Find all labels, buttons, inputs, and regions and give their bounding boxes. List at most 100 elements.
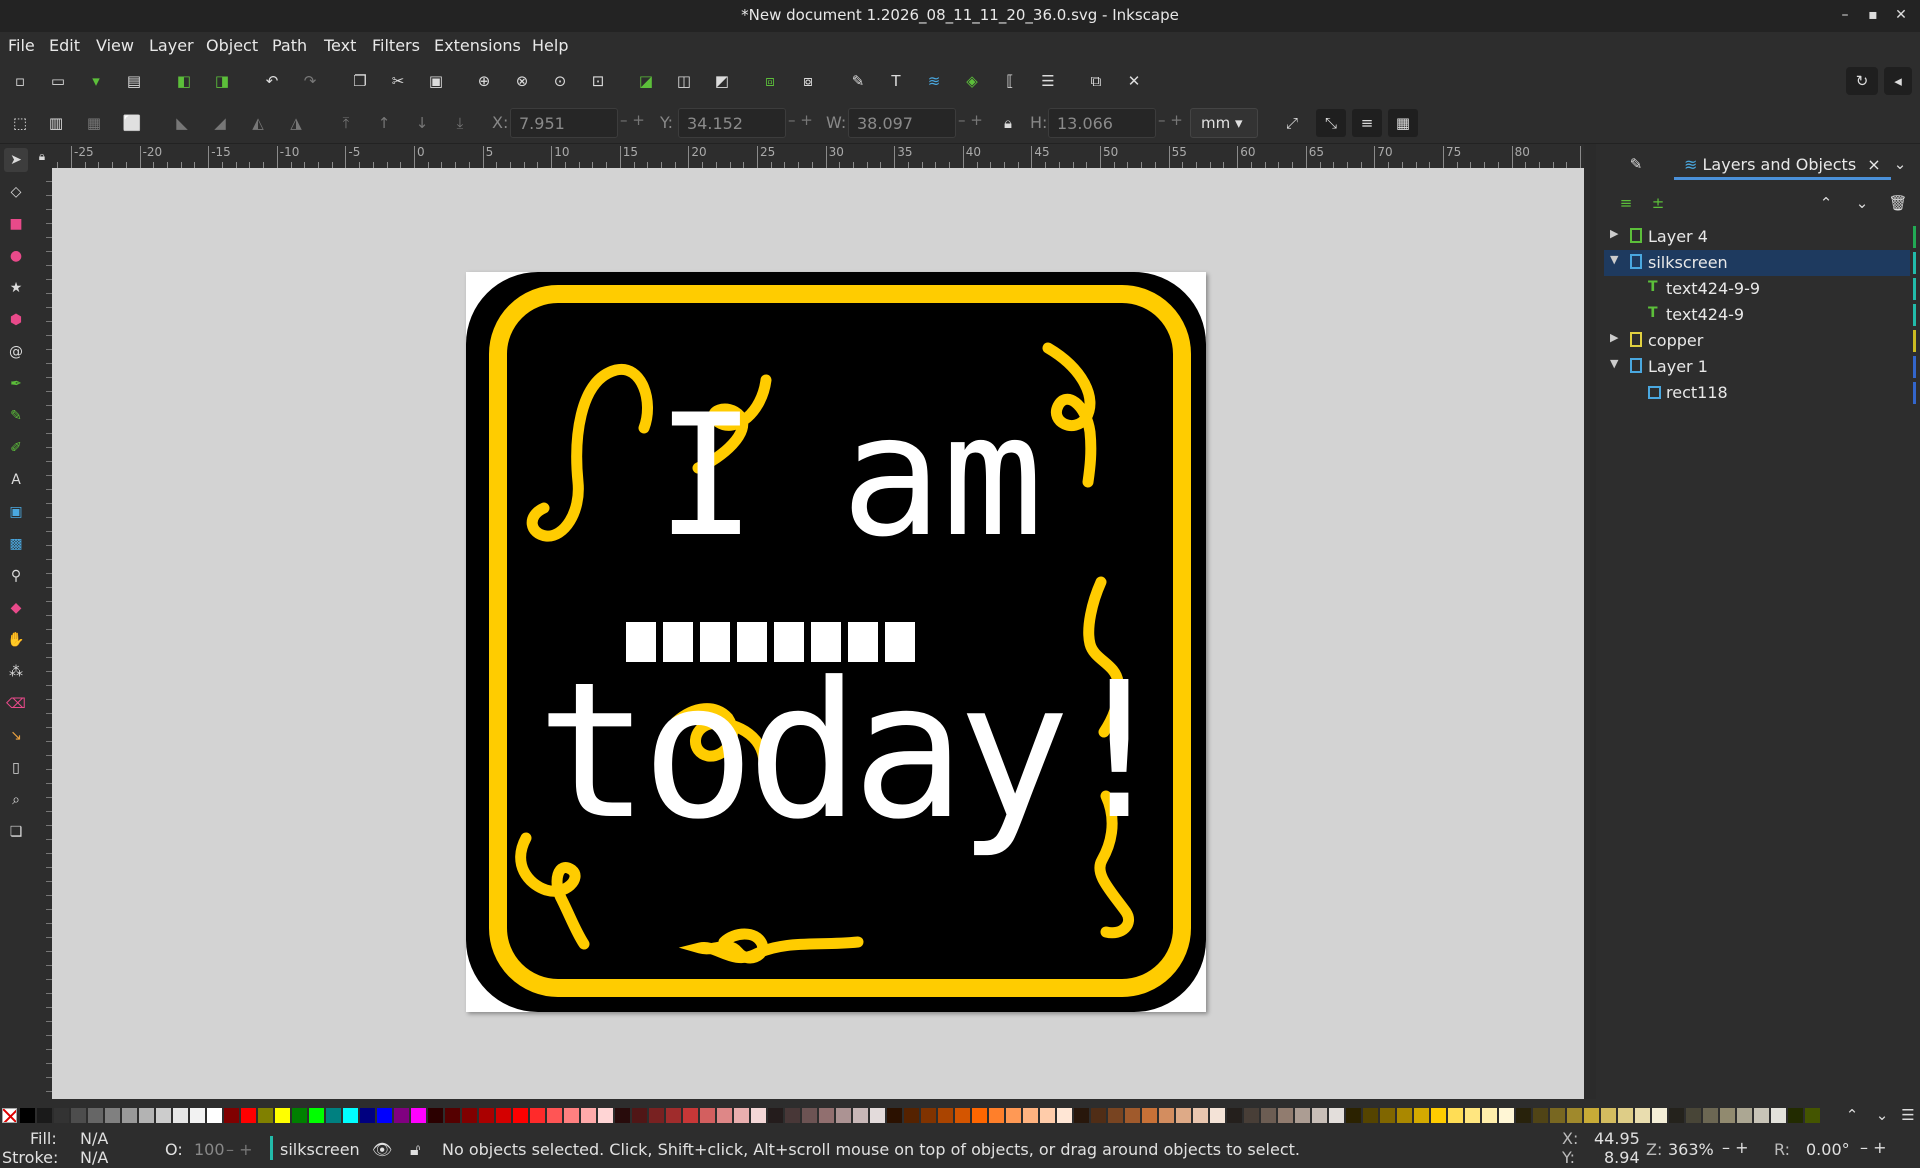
color-swatch[interactable] (598, 1108, 613, 1123)
color-swatch[interactable] (547, 1108, 562, 1123)
menu-file[interactable]: File (8, 36, 35, 55)
zoom-tool-icon[interactable]: ⌕ (4, 788, 28, 812)
color-swatch[interactable] (768, 1108, 783, 1123)
color-swatch[interactable] (615, 1108, 630, 1123)
snap-popover-icon[interactable]: ◂ (1884, 67, 1912, 95)
menu-text[interactable]: Text (324, 36, 356, 55)
color-swatch[interactable] (717, 1108, 732, 1123)
text-tool-icon[interactable]: A (4, 468, 28, 492)
color-swatch[interactable] (887, 1108, 902, 1123)
color-swatch[interactable] (173, 1108, 188, 1123)
color-swatch[interactable] (207, 1108, 222, 1123)
fill-stroke-tab-icon[interactable]: ✎ (1624, 152, 1648, 176)
menu-object[interactable]: Object (206, 36, 258, 55)
ellipse-tool-icon[interactable]: ● (4, 244, 28, 268)
menu-path[interactable]: Path (272, 36, 307, 55)
move-patterns-icon[interactable]: ▦ (1388, 109, 1418, 137)
color-swatch[interactable] (1584, 1108, 1599, 1123)
color-swatch[interactable] (156, 1108, 171, 1123)
color-swatch[interactable] (513, 1108, 528, 1123)
color-swatch[interactable] (1193, 1108, 1208, 1123)
color-swatch[interactable] (1329, 1108, 1344, 1123)
align-icon[interactable]: ☰ (1036, 69, 1060, 93)
measure-tool-icon[interactable]: ▯ (4, 756, 28, 780)
color-swatch[interactable] (1125, 1108, 1140, 1123)
color-swatch[interactable] (462, 1108, 477, 1123)
color-swatch[interactable] (802, 1108, 817, 1123)
move-up-icon[interactable]: ⌃ (1814, 191, 1838, 215)
color-swatch[interactable] (1499, 1108, 1514, 1123)
pages-tool-icon[interactable]: ❏ (4, 820, 28, 844)
color-swatch[interactable] (54, 1108, 69, 1123)
layer-row-text424-9-9[interactable]: Ttext424-9-9 (1604, 276, 1916, 302)
y-spin[interactable]: – + (788, 111, 813, 129)
move-gradients-icon[interactable]: ≡ (1352, 109, 1382, 137)
color-swatch[interactable] (1669, 1108, 1684, 1123)
w-spin[interactable]: – + (958, 111, 983, 129)
color-swatch[interactable] (1686, 1108, 1701, 1123)
paint-bucket-tool-icon[interactable]: ◆ (4, 596, 28, 620)
scale-corners-icon[interactable]: ⤡ (1316, 109, 1346, 137)
add-layer-icon[interactable]: ≡ (1614, 191, 1638, 215)
text-today[interactable]: today! (536, 642, 1175, 861)
color-swatch[interactable] (20, 1108, 35, 1123)
color-swatch[interactable] (326, 1108, 341, 1123)
color-swatch[interactable] (258, 1108, 273, 1123)
paste-icon[interactable]: ▣ (424, 69, 448, 93)
new-icon[interactable]: ▫ (8, 69, 32, 93)
color-swatch[interactable] (122, 1108, 137, 1123)
text-i[interactable]: I (655, 378, 756, 574)
move-down-icon[interactable]: ⌄ (1850, 191, 1874, 215)
color-swatch[interactable] (479, 1108, 494, 1123)
color-swatch[interactable] (1210, 1108, 1225, 1123)
collapse-icon[interactable]: ▼ (1610, 253, 1618, 266)
document-page[interactable]: I am today! (466, 272, 1206, 1012)
color-swatch[interactable] (1346, 1108, 1361, 1123)
rectangle-tool-icon[interactable]: ■ (4, 212, 28, 236)
document-properties-icon[interactable]: ⧉ (1084, 69, 1108, 93)
color-swatch[interactable] (1244, 1108, 1259, 1123)
menu-help[interactable]: Help (532, 36, 568, 55)
lock-ratio-icon[interactable]: 🔒︎ (996, 111, 1020, 135)
color-swatch[interactable] (1431, 1108, 1446, 1123)
color-swatch[interactable] (700, 1108, 715, 1123)
menu-view[interactable]: View (96, 36, 134, 55)
color-swatch[interactable] (37, 1108, 52, 1123)
rotation-value[interactable]: 0.00° (1806, 1140, 1850, 1159)
color-swatch[interactable] (751, 1108, 766, 1123)
palette-menu-icon[interactable]: ☰ (1896, 1103, 1920, 1127)
color-swatch[interactable] (1533, 1108, 1548, 1123)
layers-icon[interactable]: ≋ (922, 69, 946, 93)
layer-row-rect118[interactable]: rect118 (1604, 380, 1916, 406)
color-swatch[interactable] (666, 1108, 681, 1123)
color-swatch[interactable] (1006, 1108, 1021, 1123)
color-swatch[interactable] (1227, 1108, 1242, 1123)
objects-icon[interactable]: ⟦ (998, 69, 1022, 93)
color-swatch[interactable] (1465, 1108, 1480, 1123)
color-swatch[interactable] (1414, 1108, 1429, 1123)
color-swatch[interactable] (394, 1108, 409, 1123)
expand-icon[interactable]: ▶ (1610, 331, 1618, 344)
cut-icon[interactable]: ✂ (386, 69, 410, 93)
color-swatch[interactable] (1261, 1108, 1276, 1123)
export-icon[interactable]: ◨ (210, 69, 234, 93)
color-swatch[interactable] (853, 1108, 868, 1123)
gradient-tool-icon[interactable]: ▣ (4, 500, 28, 524)
color-swatch[interactable] (88, 1108, 103, 1123)
save-icon[interactable]: ▾ (84, 69, 108, 93)
color-swatch[interactable] (377, 1108, 392, 1123)
color-swatch[interactable] (1023, 1108, 1038, 1123)
unlock-icon[interactable]: 🔓︎ (410, 1140, 420, 1160)
color-swatch[interactable] (989, 1108, 1004, 1123)
rotation-spin[interactable]: – + (1860, 1138, 1887, 1157)
color-swatch[interactable] (105, 1108, 120, 1123)
color-swatch[interactable] (904, 1108, 919, 1123)
color-swatch[interactable] (1805, 1108, 1820, 1123)
color-swatch[interactable] (292, 1108, 307, 1123)
color-swatch[interactable] (1737, 1108, 1752, 1123)
color-swatch[interactable] (1550, 1108, 1565, 1123)
color-swatch[interactable] (275, 1108, 290, 1123)
eraser-tool-icon[interactable]: ⌫ (4, 692, 28, 716)
scale-stroke-icon[interactable]: ⤢ (1280, 111, 1304, 135)
color-swatch[interactable] (1295, 1108, 1310, 1123)
